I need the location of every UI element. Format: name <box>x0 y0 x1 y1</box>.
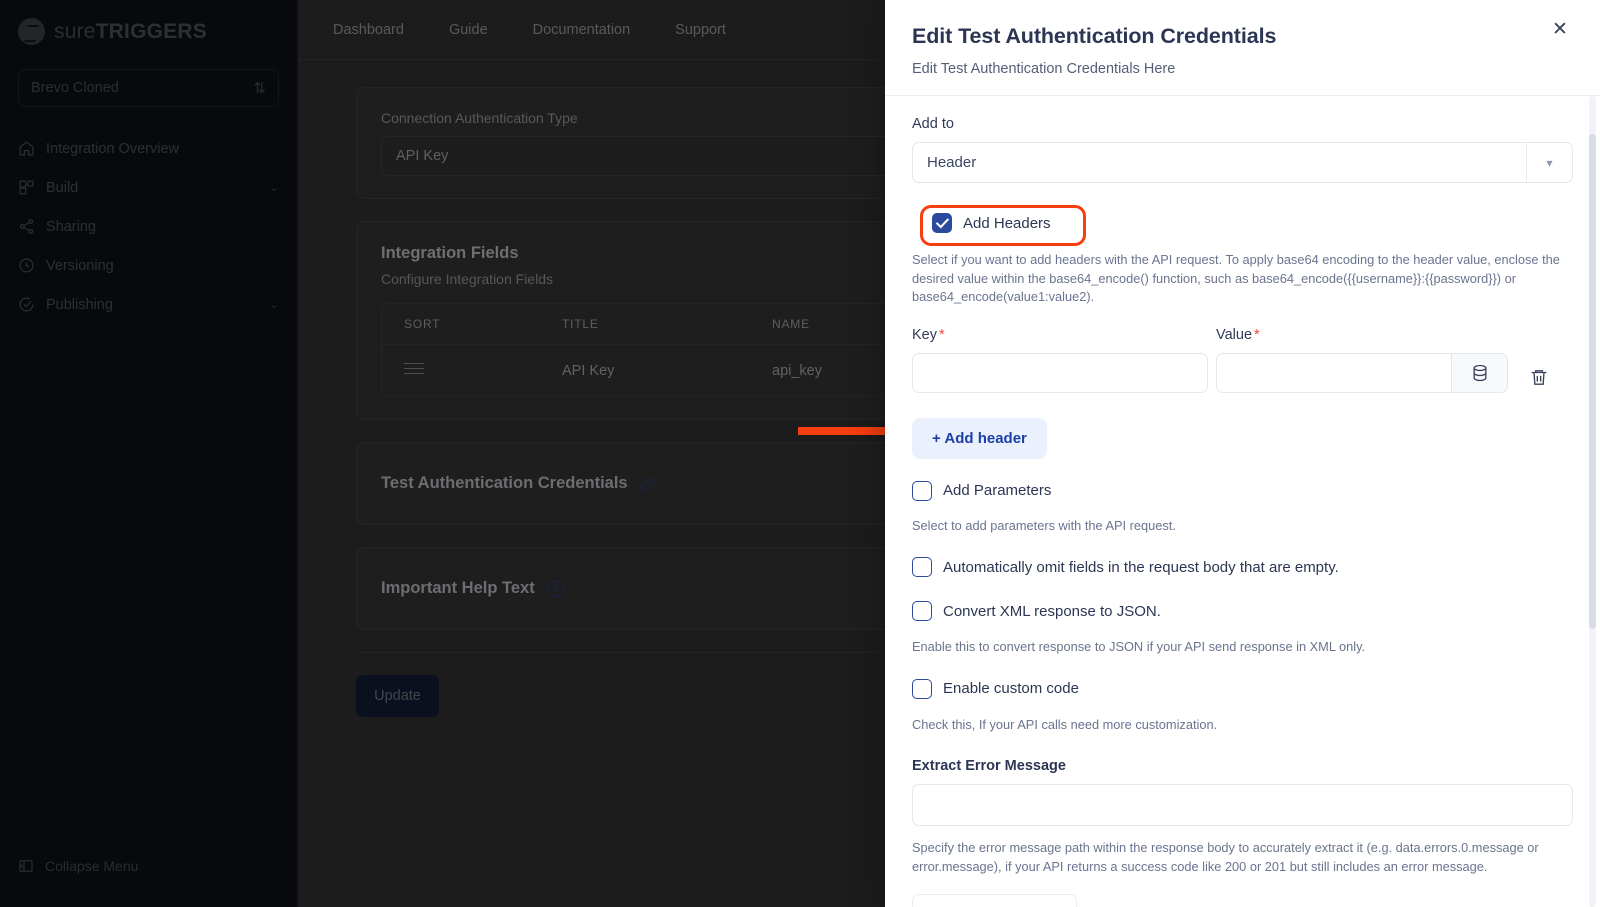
add-to-select[interactable]: Header ▾ <box>912 142 1573 183</box>
convert-xml-description: Enable this to convert response to JSON … <box>912 639 1366 655</box>
trash-glyph <box>1531 370 1547 385</box>
custom-code-checkbox[interactable] <box>912 678 932 699</box>
key-input[interactable] <box>912 352 1208 393</box>
add-parameters-checkbox[interactable] <box>912 480 932 501</box>
omit-empty-fields-label: Automatically omit fields in the request… <box>943 558 1339 576</box>
omit-empty-fields-checkbox-row[interactable]: Automatically omit fields in the request… <box>912 557 1573 578</box>
add-to-value: Header <box>927 154 977 171</box>
header-key-column: Key * <box>912 327 1208 393</box>
key-label-text: Key <box>912 326 937 343</box>
custom-code-label: Enable custom code <box>943 680 1079 698</box>
bottom-partial-control[interactable] <box>912 894 1077 907</box>
modal-scrollbar-thumb[interactable] <box>1589 134 1596 629</box>
database-glyph <box>1473 364 1486 381</box>
extract-error-message-label: Extract Error Message <box>912 758 1066 775</box>
convert-xml-checkbox[interactable] <box>912 601 932 622</box>
database-icon[interactable] <box>1451 352 1508 393</box>
value-input[interactable] <box>1216 352 1451 393</box>
custom-code-description: Check this, If your API calls need more … <box>912 716 1218 732</box>
required-asterisk: * <box>1254 326 1260 343</box>
add-parameters-label: Add Parameters <box>943 482 1052 500</box>
add-headers-checkbox-row[interactable]: Add Headers <box>912 199 1573 233</box>
required-asterisk: * <box>939 326 945 343</box>
chevron-down-icon[interactable]: ▾ <box>1526 143 1572 182</box>
convert-xml-label: Convert XML response to JSON. <box>943 602 1161 620</box>
convert-xml-checkbox-row[interactable]: Convert XML response to JSON. <box>912 601 1573 622</box>
value-input-group <box>1216 352 1508 393</box>
modal-scrollbar[interactable] <box>1589 96 1596 907</box>
add-headers-checkbox[interactable] <box>932 213 952 233</box>
add-parameters-description: Select to add parameters with the API re… <box>912 517 1176 533</box>
header-key-value-row: Key * Value * <box>912 327 1573 398</box>
extract-error-message-description: Specify the error message path within th… <box>912 840 1539 874</box>
value-label: Value * <box>1216 327 1508 343</box>
add-headers-description: Select if you want to add headers with t… <box>912 252 1560 305</box>
close-icon[interactable]: ✕ <box>1547 16 1573 42</box>
screen-root: sureTRIGGERS Brevo Cloned ⇅ Integration … <box>0 0 1600 907</box>
edit-test-auth-credentials-modal: Edit Test Authentication Credentials Edi… <box>885 0 1600 907</box>
extract-error-message-input[interactable] <box>912 784 1573 827</box>
add-header-button[interactable]: + Add header <box>912 417 1047 459</box>
modal-header: Edit Test Authentication Credentials Edi… <box>885 0 1600 95</box>
modal-subtitle: Edit Test Authentication Credentials Her… <box>912 61 1176 77</box>
modal-title: Edit Test Authentication Credentials <box>912 24 1277 48</box>
add-to-label: Add to <box>912 116 954 132</box>
modal-body: Add to Header ▾ Add Headers Select if yo… <box>885 95 1600 907</box>
trash-icon[interactable] <box>1522 358 1556 398</box>
custom-code-checkbox-row[interactable]: Enable custom code <box>912 678 1573 699</box>
key-label: Key * <box>912 327 1208 343</box>
add-headers-label: Add Headers <box>963 214 1051 232</box>
value-label-text: Value <box>1216 326 1253 343</box>
omit-empty-fields-checkbox[interactable] <box>912 557 932 578</box>
header-value-column: Value * <box>1216 327 1508 393</box>
add-parameters-checkbox-row[interactable]: Add Parameters <box>912 480 1573 501</box>
